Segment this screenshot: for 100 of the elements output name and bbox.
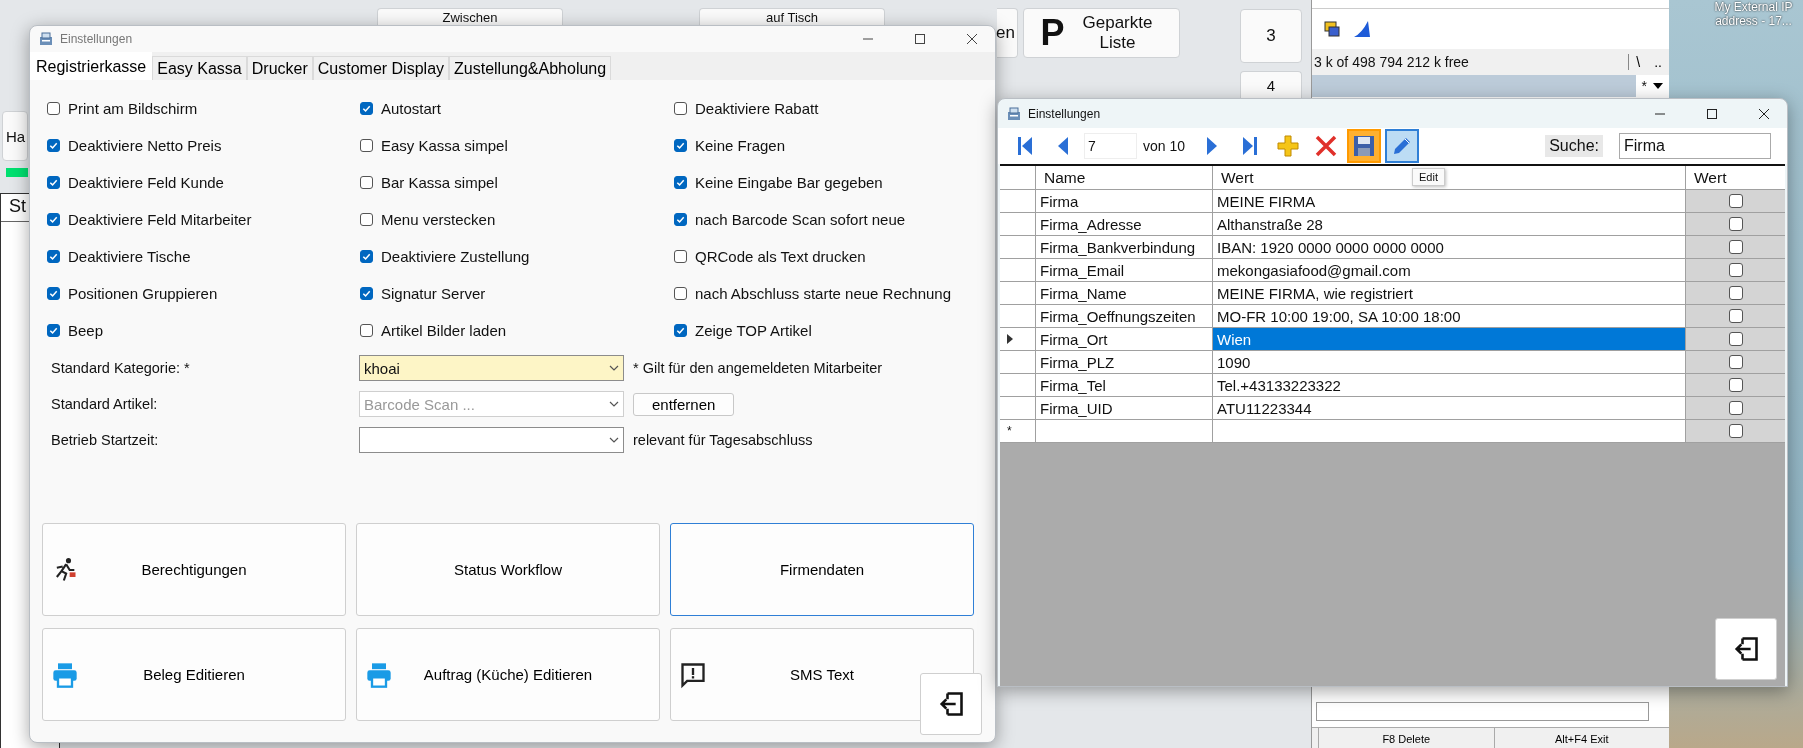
checkbox[interactable] [674, 176, 687, 189]
dropdown[interactable]: khoai [359, 355, 624, 381]
caret-icon[interactable] [1653, 83, 1663, 89]
checkbox[interactable] [674, 139, 687, 152]
action-button[interactable]: SMS Text [670, 628, 974, 721]
checkbox-label: Deaktiviere Feld Mitarbeiter [68, 211, 252, 228]
checkbox[interactable] [47, 139, 60, 152]
tooltip: Edit [1412, 168, 1445, 186]
action-button[interactable]: Berechtigungen [42, 523, 346, 616]
filter-marker[interactable]: * [1635, 78, 1653, 94]
path-button[interactable]: \ [1628, 54, 1648, 70]
checkbox[interactable] [674, 213, 687, 226]
checkbox-label: Keine Eingabe Bar gegeben [695, 174, 883, 191]
checkbox[interactable] [1728, 332, 1743, 346]
checkbox[interactable] [1728, 194, 1743, 208]
checkbox[interactable] [47, 287, 60, 300]
checkbox[interactable] [1728, 217, 1743, 231]
function-key-button[interactable]: F8 Delete [1318, 728, 1494, 748]
message-alert-icon [679, 661, 707, 689]
action-button[interactable]: Status Workflow [356, 523, 660, 616]
field-note: relevant für Tagesabschluss [633, 432, 813, 448]
edit-button[interactable] [1385, 129, 1420, 163]
action-button[interactable]: Beleg Editieren [42, 628, 346, 721]
checkbox[interactable] [1728, 309, 1743, 323]
pos-button[interactable]: auf Tisch [699, 8, 885, 25]
path-button[interactable]: .. [1647, 54, 1669, 70]
table-cell: Firma_Name [1036, 282, 1213, 304]
checkbox[interactable] [674, 102, 687, 115]
checkbox[interactable] [360, 250, 373, 263]
checkbox-label: QRCode als Text drucken [695, 248, 866, 265]
pos-button[interactable]: en [997, 8, 1018, 58]
cash-register-icon [38, 31, 54, 47]
checkbox-label: Deaktiviere Zustellung [381, 248, 530, 265]
tab[interactable]: Easy Kassa [152, 56, 247, 80]
checkbox[interactable] [674, 250, 687, 263]
maximize-icon[interactable] [1706, 107, 1718, 120]
tab[interactable]: Zustellung&Abholung [449, 56, 612, 80]
caret-icon[interactable] [609, 365, 619, 371]
checkbox[interactable] [47, 213, 60, 226]
save-button[interactable] [1347, 129, 1382, 163]
checkbox[interactable] [360, 102, 373, 115]
search-field[interactable]: Firma [1619, 133, 1771, 159]
record-field[interactable]: 7 [1084, 133, 1137, 159]
checkbox-label: Print am Bildschirm [68, 100, 198, 117]
checkbox[interactable] [360, 287, 373, 300]
checkbox[interactable] [1728, 378, 1743, 392]
checkbox[interactable] [1728, 263, 1743, 277]
caret-icon[interactable] [609, 437, 619, 443]
checkbox-label: Artikel Bilder laden [381, 322, 507, 339]
checkbox[interactable] [1728, 286, 1743, 300]
checkbox[interactable] [1728, 401, 1743, 415]
search-label: Suche: [1545, 135, 1603, 157]
exit-icon [937, 690, 965, 718]
checkbox[interactable] [360, 324, 373, 337]
exit-button[interactable] [920, 673, 982, 735]
table-cell: Firma_Email [1036, 259, 1213, 281]
number-button[interactable]: 4 [1240, 71, 1302, 98]
close-icon[interactable] [1758, 107, 1770, 120]
checkbox[interactable] [47, 176, 60, 189]
checkbox[interactable] [360, 139, 373, 152]
field-label: Betrieb Startzeit: [50, 432, 160, 448]
checkbox[interactable] [1728, 355, 1743, 369]
tab[interactable]: Customer Display [312, 56, 450, 80]
tab[interactable]: Drucker [246, 56, 313, 80]
action-button[interactable]: Firmendaten [670, 523, 974, 616]
checkbox[interactable] [47, 324, 60, 337]
checkbox[interactable] [674, 287, 687, 300]
printer-icon [51, 661, 79, 689]
window-title: Einstellungen [1028, 106, 1101, 121]
number-button[interactable]: 3 [1240, 9, 1302, 63]
dropdown[interactable] [1316, 702, 1649, 721]
checkbox[interactable] [47, 250, 60, 263]
checkbox[interactable] [1728, 424, 1743, 438]
pos-button[interactable]: P Geparkte Liste [1023, 8, 1180, 58]
tab[interactable]: Registrierkasse [30, 52, 153, 80]
checkbox-label: Signatur Server [381, 285, 486, 302]
column-header[interactable]: Name [1036, 166, 1213, 189]
checkbox[interactable] [360, 176, 373, 189]
cross-icon [1314, 134, 1339, 158]
function-key-button[interactable]: Alt+F4 Exit [1493, 728, 1669, 748]
record-count: von 10 [1142, 138, 1187, 154]
table-cell: Firma_PLZ [1036, 351, 1213, 373]
exit-button[interactable] [1715, 618, 1777, 680]
pos-button[interactable]: Ha [2, 111, 28, 161]
exit-icon [1732, 635, 1760, 663]
checkbox-label: Menu verstecken [381, 211, 496, 228]
new-row-marker: * [1007, 424, 1012, 438]
checkbox-label: Deaktiviere Netto Preis [68, 137, 222, 154]
checkbox[interactable] [1728, 240, 1743, 254]
action-button[interactable]: Auftrag (Küche) Editieren [356, 628, 660, 721]
checkbox[interactable] [360, 213, 373, 226]
maximize-icon[interactable] [914, 33, 926, 45]
fin-icon[interactable] [1352, 19, 1372, 39]
close-icon[interactable] [966, 33, 978, 45]
pos-button[interactable]: Zwischen [377, 8, 563, 25]
checkbox-label: Bar Kassa simpel [381, 174, 498, 191]
checkbox[interactable] [674, 324, 687, 337]
dropdown[interactable] [359, 427, 624, 453]
checkbox[interactable] [47, 102, 60, 115]
table-cell: Firma [1036, 190, 1213, 212]
